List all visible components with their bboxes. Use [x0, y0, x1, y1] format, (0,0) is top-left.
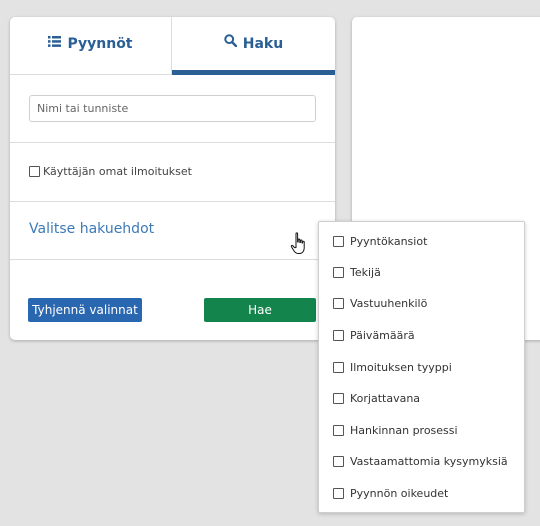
divider: [10, 259, 335, 260]
criteria-option[interactable]: Tekijä: [333, 266, 381, 279]
checkbox-box[interactable]: [333, 297, 344, 309]
criteria-dropdown: Pyyntökansiot Tekijä Vastuuhenkilö Päivä…: [318, 221, 525, 513]
search-button[interactable]: Hae: [204, 298, 316, 322]
magnifier-icon: [224, 17, 237, 71]
checkbox-box[interactable]: [29, 165, 40, 177]
hand-cursor-icon: [290, 232, 308, 260]
divider: [10, 142, 335, 143]
tab-bar: Pyynnöt Haku: [10, 17, 335, 75]
criteria-option-label: Pyyntökansiot: [350, 235, 428, 248]
criteria-option[interactable]: Pyyntökansiot: [333, 235, 427, 248]
criteria-option-label: Hankinnan prosessi: [350, 424, 458, 437]
search-input[interactable]: [29, 95, 316, 122]
checkbox-box[interactable]: [333, 424, 344, 436]
criteria-option[interactable]: Korjattavana: [333, 392, 420, 405]
checkbox-box[interactable]: [333, 361, 344, 373]
tab-requests-label: Pyynnöt: [67, 36, 133, 52]
criteria-toggle[interactable]: Valitse hakuehdot: [29, 221, 325, 243]
criteria-option-label: Vastuuhenkilö: [350, 297, 428, 310]
tab-requests[interactable]: Pyynnöt: [10, 17, 172, 75]
checkbox-box[interactable]: [333, 235, 344, 247]
criteria-option[interactable]: Vastuuhenkilö: [333, 297, 427, 310]
criteria-option-label: Päivämäärä: [350, 329, 415, 342]
own-notifications-checkbox[interactable]: Käyttäjän omat ilmoitukset: [29, 165, 192, 178]
criteria-option-label: Pyynnön oikeudet: [350, 487, 449, 500]
criteria-option[interactable]: Vastaamattomia kysymyksiä: [333, 455, 508, 468]
checkbox-box[interactable]: [333, 329, 344, 341]
tab-search-label: Haku: [242, 36, 284, 52]
criteria-option-label: Korjattavana: [350, 392, 421, 405]
own-notifications-label: Käyttäjän omat ilmoitukset: [43, 165, 192, 178]
criteria-label: Valitse hakuehdot: [29, 221, 155, 237]
criteria-option[interactable]: Ilmoituksen tyyppi: [333, 361, 452, 374]
criteria-option[interactable]: Hankinnan prosessi: [333, 424, 458, 437]
checkbox-box[interactable]: [333, 392, 344, 404]
clear-selections-button[interactable]: Tyhjennä valinnat: [28, 298, 142, 322]
search-panel: Pyynnöt Haku Käyttäjän omat ilmoitukset …: [10, 17, 335, 340]
criteria-option[interactable]: Pyynnön oikeudet: [333, 487, 448, 500]
criteria-option-label: Ilmoituksen tyyppi: [350, 361, 452, 374]
tab-search[interactable]: Haku: [172, 17, 335, 75]
checkbox-box[interactable]: [333, 487, 344, 499]
checkbox-box[interactable]: [333, 266, 344, 278]
checkbox-box[interactable]: [333, 455, 344, 467]
divider: [10, 201, 335, 202]
criteria-option[interactable]: Päivämäärä: [333, 329, 415, 342]
criteria-option-label: Vastaamattomia kysymyksiä: [350, 455, 508, 468]
criteria-option-label: Tekijä: [350, 266, 381, 279]
list-icon: [48, 17, 62, 71]
